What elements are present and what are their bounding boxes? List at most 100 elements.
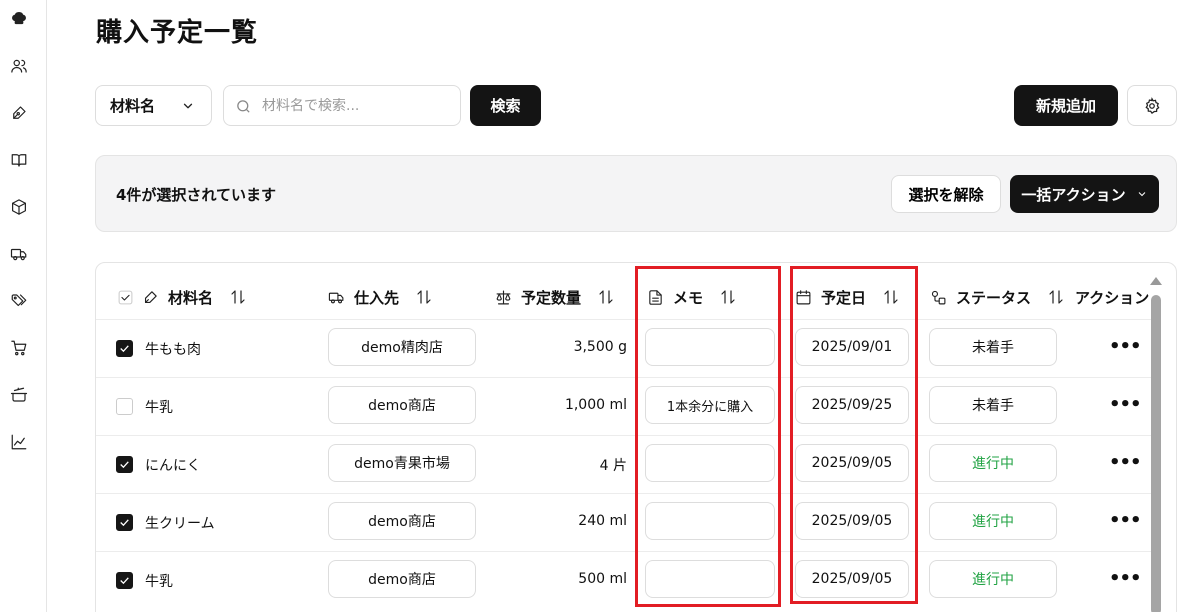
column-label-memo: メモ [673,288,704,307]
truck-icon[interactable] [8,243,30,265]
search-field [223,85,461,126]
header-actions: アクション [1075,285,1149,309]
memo-input[interactable] [645,560,775,598]
check-icon [120,461,129,469]
supplier-select[interactable]: demo精肉店 [328,328,476,366]
memo-input[interactable] [645,328,775,366]
clear-selection-button[interactable]: 選択を解除 [891,175,1001,213]
row-checkbox[interactable] [116,398,133,415]
selection-count-text: 4件が選択されています [116,186,276,204]
date-input[interactable]: 2025/09/05 [795,560,909,598]
column-label-quantity: 予定数量 [521,288,582,307]
table-row[interactable]: 牛乳 demo商店 1,000 ml 1本余分に購入 2025/09/25 未着… [96,377,1151,435]
header-memo[interactable]: メモ [647,285,737,309]
header-supplier[interactable]: 仕入先 [328,285,433,309]
more-actions-button[interactable]: ••• [1109,510,1142,531]
supplier-select[interactable]: demo商店 [328,560,476,598]
select-all-checkbox[interactable] [117,289,134,306]
supplier-select[interactable]: demo青果市場 [328,444,476,482]
filter-field-value: 材料名 [110,97,156,115]
tags-icon[interactable] [8,290,30,312]
header-quantity[interactable]: 予定数量 [495,285,615,309]
column-label-date: 予定日 [821,288,867,307]
quantity-value: 500 ml [578,571,627,587]
material-name: 牛もも肉 [145,342,201,358]
supplier-select[interactable]: demo商店 [328,386,476,424]
quantity-value: 1,000 ml [564,397,627,413]
material-name: 牛乳 [145,400,173,416]
row-checkbox[interactable] [116,572,133,589]
users-icon[interactable] [8,55,30,77]
search-icon [237,100,250,113]
chevron-down-icon [1138,192,1145,197]
table-row[interactable]: 牛乳 demo商店 500 ml 2025/09/05 進行中 ••• [96,551,1151,609]
header-date[interactable]: 予定日 [795,285,900,309]
add-new-button[interactable]: 新規追加 [1014,85,1118,126]
column-label-status: ステータス [956,288,1032,307]
search-button[interactable]: 検索 [470,85,541,126]
package-icon[interactable] [8,196,30,218]
material-name: にんにく [145,458,201,474]
quantity-value: 4 片 [599,458,627,474]
cooking-pot-icon[interactable] [8,384,30,406]
scroll-up-arrow[interactable] [1150,277,1162,285]
sort-icon[interactable] [597,288,615,306]
material-name: 牛乳 [145,574,173,590]
selection-bar: 4件が選択されています 選択を解除 一括アクション [95,155,1177,232]
bulk-action-button[interactable]: 一括アクション [1010,175,1159,213]
check-icon [120,519,129,527]
sort-icon[interactable] [882,288,900,306]
sidebar [0,0,47,612]
chart-line-icon[interactable] [8,431,30,453]
more-actions-button[interactable]: ••• [1109,452,1142,473]
sort-icon[interactable] [229,288,247,306]
column-label-material: 材料名 [168,288,214,307]
vertical-scrollbar[interactable] [1151,295,1161,612]
more-actions-button[interactable]: ••• [1109,568,1142,589]
scale-icon [496,290,511,304]
more-actions-button[interactable]: ••• [1109,336,1142,357]
book-icon[interactable] [8,149,30,171]
memo-input[interactable] [645,502,775,540]
column-label-actions: アクション [1075,288,1150,307]
row-checkbox[interactable] [116,340,133,357]
chevron-down-icon [183,103,193,109]
settings-button[interactable] [1127,85,1177,126]
status-select[interactable]: 進行中 [929,444,1057,482]
chef-hat-icon[interactable] [8,8,30,30]
pen-icon[interactable] [8,102,30,124]
row-checkbox[interactable] [116,456,133,473]
sort-icon[interactable] [1047,288,1065,306]
pen-icon [144,290,157,303]
file-text-icon [649,289,662,305]
quantity-value: 3,500 g [573,339,627,355]
filter-field-select[interactable]: 材料名 [95,85,212,126]
memo-input[interactable]: 1本余分に購入 [645,386,775,424]
header-material[interactable]: 材料名 [117,285,247,309]
check-icon [120,345,129,353]
gear-icon [1145,96,1160,114]
table-row[interactable]: 生クリーム demo商店 240 ml 2025/09/05 進行中 ••• [96,493,1151,551]
table-row[interactable]: にんにく demo青果市場 4 片 2025/09/05 進行中 ••• [96,435,1151,493]
supplier-select[interactable]: demo商店 [328,502,476,540]
date-input[interactable]: 2025/09/05 [795,502,909,540]
header-status[interactable]: ステータス [930,285,1065,309]
status-select[interactable]: 未着手 [929,386,1057,424]
search-input[interactable] [262,97,452,114]
sort-icon[interactable] [415,288,433,306]
bulk-action-label: 一括アクション [1021,186,1126,204]
status-select[interactable]: 未着手 [929,328,1057,366]
cart-icon[interactable] [8,337,30,359]
table-row[interactable]: 牛もも肉 demo精肉店 3,500 g 2025/09/01 未着手 ••• [96,319,1151,377]
date-input[interactable]: 2025/09/01 [795,328,909,366]
date-input[interactable]: 2025/09/25 [795,386,909,424]
status-select[interactable]: 進行中 [929,560,1057,598]
sort-icon[interactable] [719,288,737,306]
calendar-icon [796,289,811,304]
memo-input[interactable] [645,444,775,482]
more-actions-button[interactable]: ••• [1109,394,1142,415]
status-select[interactable]: 進行中 [929,502,1057,540]
row-checkbox[interactable] [116,514,133,531]
date-input[interactable]: 2025/09/05 [795,444,909,482]
material-name: 生クリーム [145,516,215,532]
